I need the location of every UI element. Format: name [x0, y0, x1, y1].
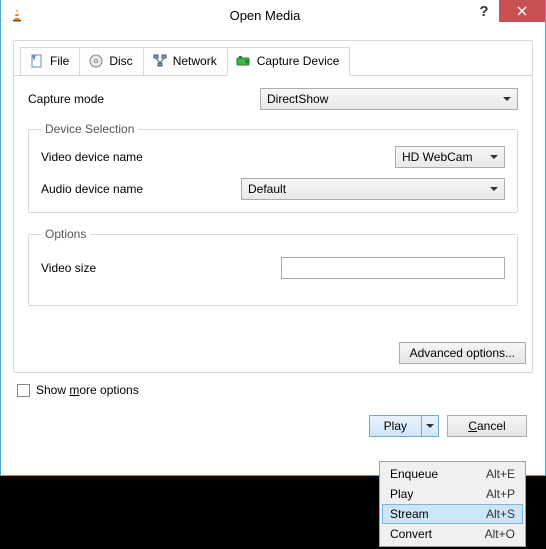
open-media-window: Open Media ? File	[0, 0, 546, 476]
video-size-input[interactable]	[281, 257, 505, 279]
dropdown-item-play[interactable]: PlayAlt+P	[382, 484, 523, 504]
device-selection-group: Device Selection Video device name HD We…	[28, 122, 518, 213]
tab-label: Network	[173, 54, 217, 68]
audio-device-label: Audio device name	[41, 182, 241, 196]
video-device-label: Video device name	[41, 150, 395, 164]
vlc-icon	[9, 7, 25, 23]
advanced-options-button[interactable]: Advanced options...	[399, 342, 526, 364]
file-icon	[29, 53, 45, 69]
tab-label: Capture Device	[257, 54, 340, 68]
window-title: Open Media	[25, 8, 505, 23]
dropdown-item-shortcut: Alt+E	[486, 467, 515, 481]
combo-value: Default	[248, 182, 286, 196]
dropdown-item-label: Play	[390, 487, 486, 501]
device-selection-legend: Device Selection	[41, 122, 138, 136]
capture-mode-combo[interactable]: DirectShow	[260, 88, 518, 110]
tab-label: Disc	[109, 54, 132, 68]
video-device-combo[interactable]: HD WebCam	[395, 146, 505, 168]
tab-label: File	[50, 54, 69, 68]
play-button-label: Play	[370, 416, 422, 436]
play-dropdown-menu: EnqueueAlt+EPlayAlt+PStreamAlt+SConvertA…	[379, 461, 526, 547]
dropdown-item-stream[interactable]: StreamAlt+S	[382, 504, 523, 524]
play-dropdown-arrow[interactable]	[422, 416, 438, 436]
tab-network[interactable]: Network	[143, 47, 228, 75]
titlebar: Open Media ?	[1, 0, 545, 30]
dropdown-item-label: Convert	[390, 527, 485, 541]
tab-bar: File Disc	[14, 41, 532, 76]
dropdown-item-convert[interactable]: ConvertAlt+O	[382, 524, 523, 544]
audio-device-combo[interactable]: Default	[241, 178, 505, 200]
button-label: Cancel	[468, 419, 505, 433]
show-more-options-checkbox[interactable]: Show more options	[17, 383, 529, 397]
checkbox-label: Show more options	[36, 383, 139, 397]
dropdown-item-label: Enqueue	[390, 467, 486, 481]
disc-icon	[88, 53, 104, 69]
capture-mode-label: Capture mode	[28, 92, 260, 106]
close-button[interactable]	[499, 0, 545, 22]
tab-file[interactable]: File	[20, 47, 80, 75]
button-label: Advanced options...	[410, 346, 515, 360]
combo-value: DirectShow	[267, 92, 328, 106]
dropdown-item-shortcut: Alt+S	[486, 507, 515, 521]
video-size-label: Video size	[41, 261, 281, 275]
dropdown-item-shortcut: Alt+O	[485, 527, 515, 541]
combo-value: HD WebCam	[402, 150, 472, 164]
play-split-button[interactable]: Play	[369, 415, 439, 437]
dropdown-item-shortcut: Alt+P	[486, 487, 515, 501]
dropdown-item-label: Stream	[390, 507, 486, 521]
capture-tab-body: Capture mode DirectShow Device Selection…	[14, 76, 532, 334]
help-button[interactable]: ?	[469, 0, 499, 22]
capture-icon	[236, 53, 252, 69]
source-panel: File Disc	[13, 40, 533, 373]
options-legend: Options	[41, 227, 90, 241]
tab-disc[interactable]: Disc	[79, 47, 143, 75]
network-icon	[152, 53, 168, 69]
options-group: Options Video size	[28, 227, 518, 306]
cancel-button[interactable]: Cancel	[447, 415, 527, 437]
dropdown-item-enqueue[interactable]: EnqueueAlt+E	[382, 464, 523, 484]
checkbox-icon	[17, 384, 30, 397]
tab-capture-device[interactable]: Capture Device	[227, 47, 351, 76]
